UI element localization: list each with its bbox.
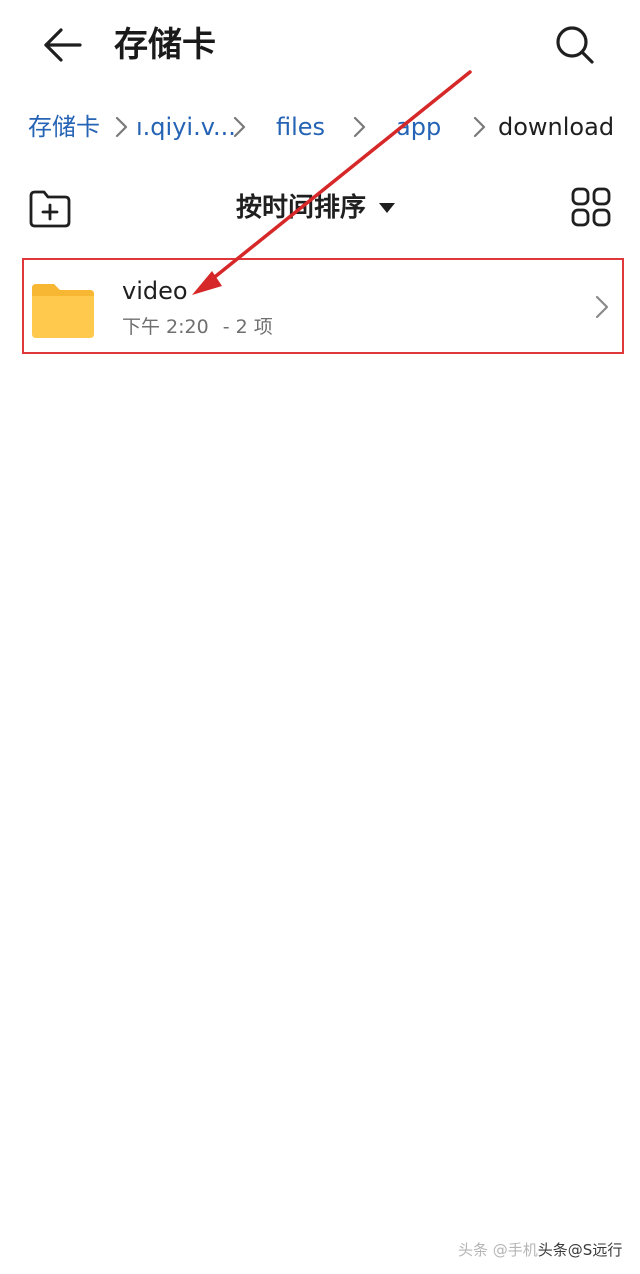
chevron-right-icon [473,116,486,138]
search-button[interactable] [550,20,600,70]
file-meta: 下午 2:20-2 项 [122,312,273,342]
grid-view-button[interactable] [568,184,614,230]
folder-icon [32,284,94,338]
file-row-video[interactable]: video 下午 2:20-2 项 [22,258,624,354]
watermark-source: 头条 [537,1241,568,1259]
caret-down-icon [379,203,396,213]
chevron-right-icon [115,116,128,138]
watermark-author: @S远行 [567,1241,623,1259]
breadcrumb-item-storage[interactable]: 存储卡 [28,104,100,150]
search-icon [556,26,594,64]
page-title: 存储卡 [114,25,216,65]
file-item-count: 2 项 [235,316,273,338]
breadcrumb-item-download: download [498,113,615,141]
toolbar: 按时间排序 [0,180,640,240]
breadcrumb-item-package[interactable]: ı.qiyi.v... [136,104,236,150]
chevron-right-icon [595,295,609,319]
new-folder-button[interactable] [26,186,74,230]
file-name: video [122,277,188,305]
sort-dropdown[interactable]: 按时间排序 [236,186,396,230]
breadcrumb: 存储卡 ı.qiyi.v... files app download [0,104,640,150]
breadcrumb-item-app[interactable]: app [396,104,441,150]
watermark: 头条 @手机头条@S远行 [458,1238,622,1262]
app-bar: 存储卡 [0,0,640,90]
sort-label: 按时间排序 [236,193,367,223]
folder-add-icon [29,190,71,228]
file-modified-time: 下午 2:20 [122,316,209,338]
chevron-right-icon [233,116,246,138]
file-meta-separator: - [222,316,230,338]
grid-view-icon [571,187,611,227]
breadcrumb-item-files[interactable]: files [276,104,325,150]
chevron-right-icon [353,116,366,138]
arrow-left-icon [44,28,82,62]
watermark-prefix: 头条 @手机 [458,1241,538,1259]
back-button[interactable] [36,22,88,68]
